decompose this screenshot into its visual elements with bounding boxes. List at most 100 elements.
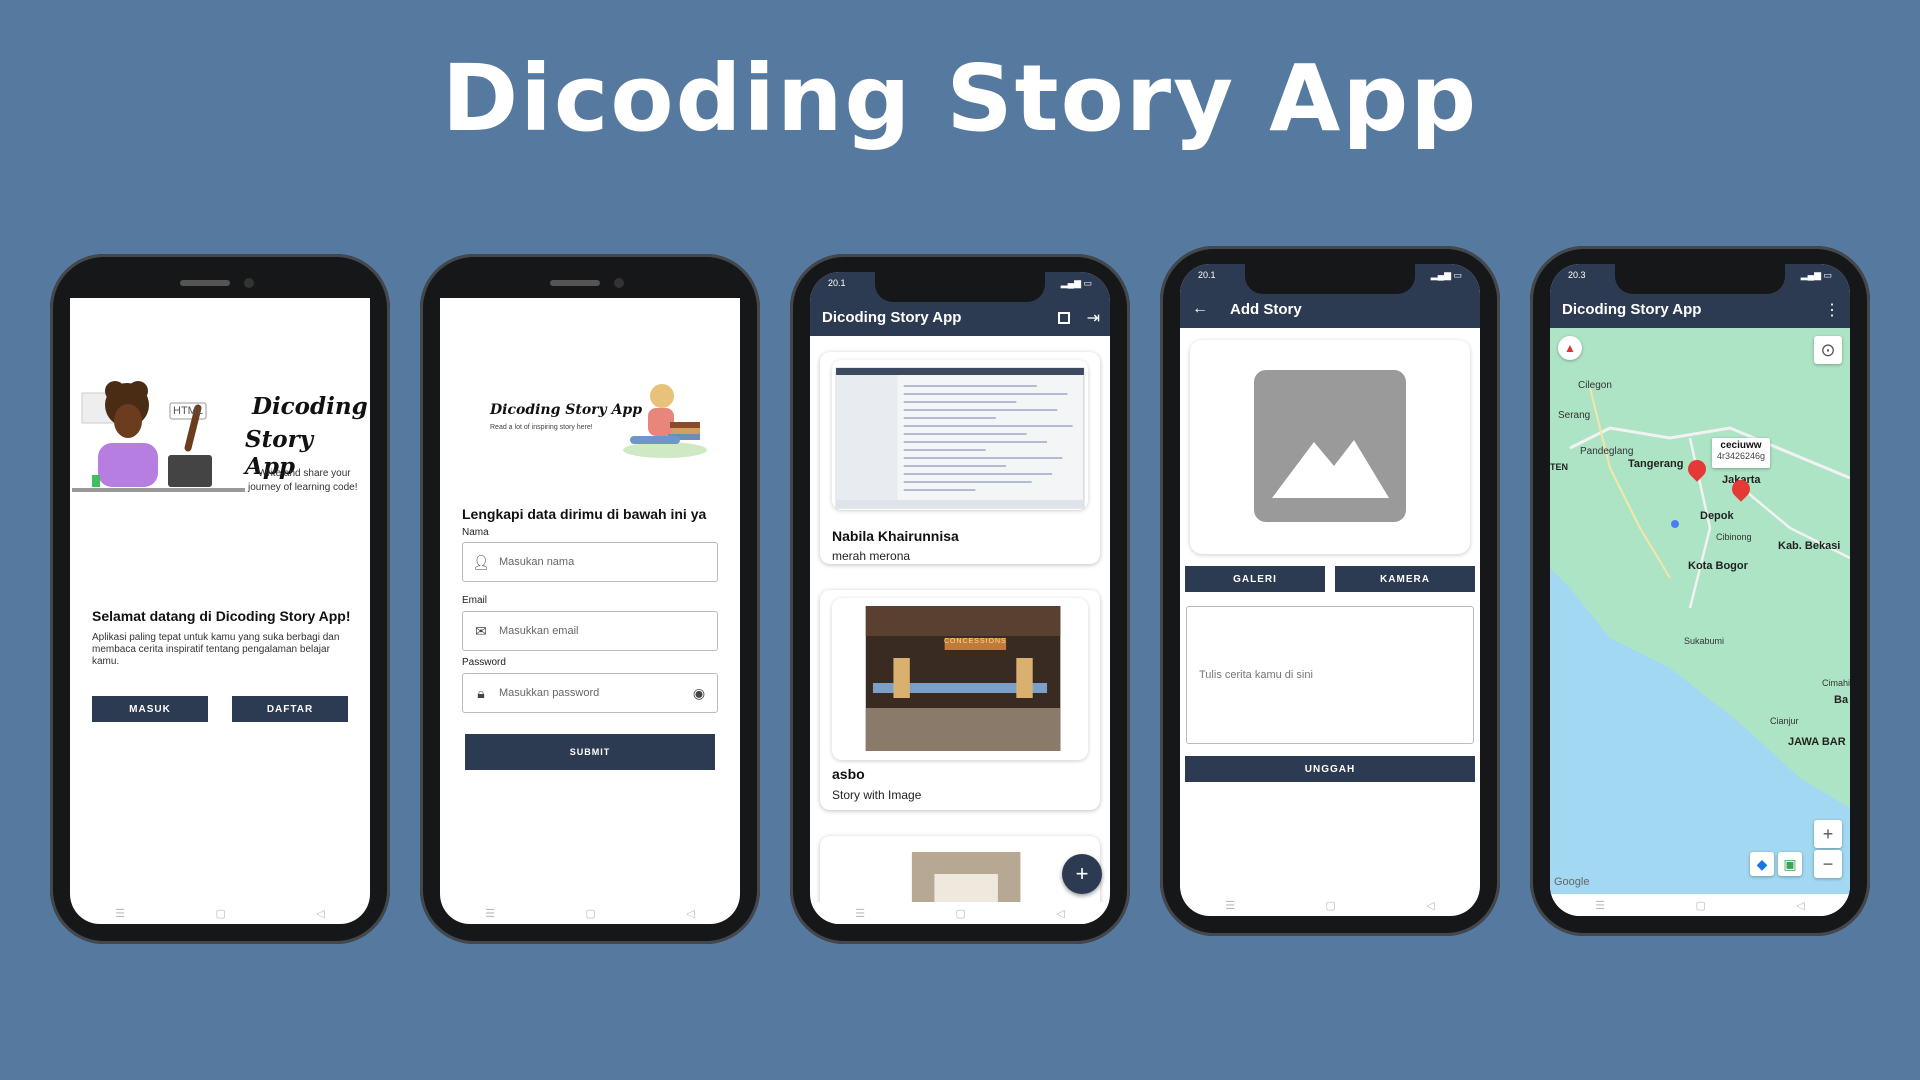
mail-icon: ✉	[475, 622, 487, 639]
gallery-button[interactable]: GALERI	[1185, 566, 1325, 592]
phone-map: Cilegon Serang Pandeglang Tangerang Jaka…	[1530, 246, 1870, 936]
story-list-screen: 20.1 ▂▄▆ ▭ Dicoding Story App ⇥ Nabila K…	[810, 272, 1110, 924]
nav-back-icon[interactable]: ◁	[1426, 899, 1434, 912]
map-label: Cibinong	[1716, 532, 1752, 542]
submit-button[interactable]: SUBMIT	[465, 734, 715, 770]
nav-back-icon[interactable]: ◁	[686, 907, 694, 920]
phone-story-list: 20.1 ▂▄▆ ▭ Dicoding Story App ⇥ Nabila K…	[790, 254, 1130, 944]
nav-home-icon[interactable]: ▢	[215, 907, 225, 920]
nav-menu-icon[interactable]: ☰	[115, 907, 125, 920]
story-description: Story with Image	[832, 788, 922, 802]
phone-notch	[1245, 264, 1415, 294]
lock-icon: 🔒︎	[477, 684, 485, 701]
map-label: Cianjur	[1770, 716, 1799, 726]
phone-speaker	[180, 280, 230, 286]
name-label: Nama	[462, 527, 489, 538]
email-placeholder: Masukkan email	[499, 625, 579, 637]
welcome-logo-tagline1: Write and share your	[258, 468, 351, 479]
phone-register: Dicoding Story App Read a lot of inspiri…	[420, 254, 760, 944]
welcome-body: Aplikasi paling tepat untuk kamu yang su…	[92, 632, 340, 667]
map-label: Depok	[1700, 510, 1734, 522]
map-screen: Cilegon Serang Pandeglang Tangerang Jaka…	[1550, 264, 1850, 916]
name-field[interactable]: 👤︎ Masukan nama	[462, 542, 718, 582]
upload-button[interactable]: UNGGAH	[1185, 756, 1475, 782]
welcome-logo-line1: Dicoding	[252, 393, 368, 420]
image-placeholder-icon	[1254, 370, 1406, 522]
back-arrow-icon[interactable]: ←	[1192, 300, 1208, 318]
system-navbar: ☰ ▢ ◁	[1550, 894, 1850, 916]
map-label: Cilegon	[1578, 380, 1612, 391]
eye-icon[interactable]: ◉	[681, 685, 717, 702]
phone-notch	[1615, 264, 1785, 294]
person-icon: 👤︎	[472, 553, 490, 570]
compass-icon[interactable]: ▲	[1558, 336, 1582, 360]
login-button[interactable]: MASUK	[92, 696, 208, 722]
map-label: Pandeglang	[1580, 446, 1634, 457]
map-label: TEN	[1550, 462, 1568, 472]
phone-welcome: HTML Dicoding Story App Write and share …	[50, 254, 390, 944]
nav-menu-icon[interactable]: ☰	[1595, 899, 1605, 912]
nav-home-icon[interactable]: ▢	[585, 907, 595, 920]
system-navbar: ☰ ▢ ◁	[810, 902, 1110, 924]
add-story-fab[interactable]: +	[1062, 854, 1102, 894]
system-navbar: ☰ ▢ ◁	[440, 902, 740, 924]
google-attribution: Google	[1554, 876, 1590, 888]
system-navbar: ☰ ▢ ◁	[1180, 894, 1480, 916]
nav-back-icon[interactable]: ◁	[316, 907, 324, 920]
nav-back-icon[interactable]: ◁	[1056, 907, 1064, 920]
logout-icon[interactable]: ⇥	[1087, 308, 1100, 328]
reading-girl-illustration	[620, 380, 710, 465]
marker-snippet: 4r3426246g	[1716, 451, 1766, 461]
register-logo-tagline: Read a lot of inspiring story here!	[490, 424, 593, 431]
zoom-out-button[interactable]: −	[1814, 850, 1842, 878]
welcome-html-tag: HTML	[173, 405, 203, 417]
app-title: Dicoding Story App	[822, 309, 962, 326]
status-icons: ▂▄▆ ▭	[1060, 278, 1092, 288]
status-time: 20.1	[828, 278, 846, 288]
password-field[interactable]: 🔒︎ Masukkan password ◉	[462, 673, 718, 713]
map-label: JAWA BAR	[1788, 736, 1846, 748]
my-location-icon[interactable]: ⊙	[1814, 336, 1842, 364]
register-heading: Lengkapi data dirimu di bawah ini ya	[462, 506, 707, 522]
password-label: Password	[462, 657, 506, 668]
system-navbar: ☰ ▢ ◁	[70, 902, 370, 924]
page-headline: Dicoding Story App	[441, 45, 1479, 152]
phone-camera	[244, 278, 254, 288]
email-label: Email	[462, 595, 488, 606]
zoom-in-button[interactable]: +	[1814, 820, 1842, 848]
map-icon[interactable]	[1058, 312, 1070, 324]
password-placeholder: Masukkan password	[499, 687, 600, 699]
story-image	[832, 360, 1088, 510]
directions-icon[interactable]: ◆	[1750, 852, 1774, 876]
story-author: Nabila Khairunnisa	[832, 528, 959, 544]
concessions-sign: CONCESSIONS	[944, 638, 1007, 645]
email-field[interactable]: ✉ Masukkan email	[462, 611, 718, 651]
nav-home-icon[interactable]: ▢	[955, 907, 965, 920]
story-image: CONCESSIONS	[832, 598, 1088, 760]
nav-back-icon[interactable]: ◁	[1796, 899, 1804, 912]
story-textarea[interactable]: Tulis cerita kamu di sini	[1186, 606, 1474, 744]
map-label: Cimahi	[1822, 678, 1850, 688]
nav-home-icon[interactable]: ▢	[1325, 899, 1335, 912]
nav-menu-icon[interactable]: ☰	[1225, 899, 1235, 912]
add-story-screen: 20.1 ▂▄▆ ▭ ← Add Story GALERI KAMERA Tul…	[1180, 264, 1480, 916]
nav-menu-icon[interactable]: ☰	[855, 907, 865, 920]
phone-speaker	[550, 280, 600, 286]
map-label: Kab. Bekasi	[1778, 540, 1841, 552]
welcome-logo-tagline2: journey of learning code!	[248, 482, 358, 493]
map-label: Tangerang	[1628, 458, 1684, 470]
status-icons: ▂▄▆ ▭	[1430, 270, 1462, 280]
story-card[interactable]: CONCESSIONS asbo Story with Image	[820, 590, 1100, 810]
story-card[interactable]: Nabila Khairunnisa merah merona	[820, 352, 1100, 564]
camera-button[interactable]: KAMERA	[1335, 566, 1475, 592]
name-placeholder: Masukan nama	[499, 556, 575, 568]
marker-info-window: ceciuww 4r3426246g	[1712, 438, 1770, 468]
nav-home-icon[interactable]: ▢	[1695, 899, 1705, 912]
story-author: asbo	[832, 766, 865, 782]
more-options-icon[interactable]: ⋮	[1824, 300, 1840, 320]
nav-menu-icon[interactable]: ☰	[485, 907, 495, 920]
register-screen: Dicoding Story App Read a lot of inspiri…	[440, 298, 740, 924]
register-button[interactable]: DAFTAR	[232, 696, 348, 722]
google-maps-icon[interactable]: ▣	[1778, 852, 1802, 876]
map-view[interactable]: Cilegon Serang Pandeglang Tangerang Jaka…	[1550, 328, 1850, 894]
